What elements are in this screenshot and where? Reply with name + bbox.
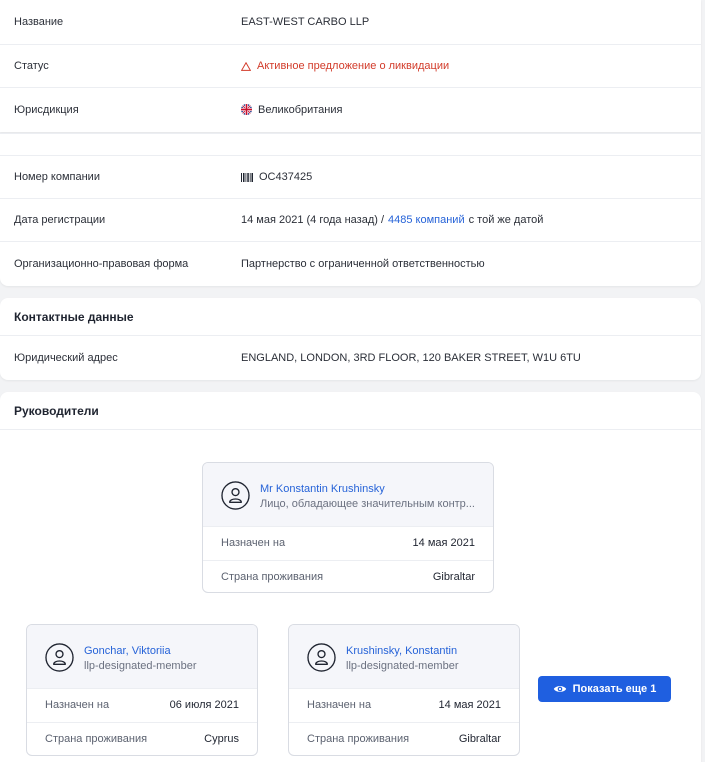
row-key: Юридический адрес: [14, 351, 118, 364]
row-address: Юридический адрес ENGLAND, LONDON, 3RD F…: [0, 336, 701, 379]
row-value: Великобритания: [241, 104, 342, 116]
row-jurisdiction: Юрисдикция Великобритания: [0, 88, 701, 131]
row-value: Активное предложение о ликвидации: [241, 60, 449, 72]
country-label: Страна проживания: [221, 571, 324, 583]
person-card[interactable]: Mr Konstantin Krushinsky Лицо, обладающе…: [202, 462, 494, 593]
country-label: Страна проживания: [45, 733, 148, 745]
appointed-label: Назначен на: [45, 699, 110, 711]
appointed-value: 14 мая 2021: [438, 699, 501, 711]
person-card-header: Mr Konstantin Krushinsky Лицо, обладающе…: [203, 463, 493, 526]
uk-flag-icon: [241, 104, 252, 115]
row-key: Юрисдикция: [14, 103, 79, 116]
row-value: 14 мая 2021 (4 года назад) / 4485 компан…: [241, 214, 543, 226]
jurisdiction-text: Великобритания: [258, 103, 343, 116]
same-date-suffix: с той же датой: [468, 214, 544, 226]
person-name-link[interactable]: Gonchar, Viktoriia: [84, 645, 171, 657]
person-role: llp-designated-member: [84, 660, 197, 672]
person-name-link[interactable]: Krushinsky, Konstantin: [346, 645, 457, 657]
row-registration-date: Дата регистрации 14 мая 2021 (4 года наз…: [0, 199, 701, 242]
show-more-button[interactable]: Показать еще 1: [538, 676, 671, 702]
section-title: Контактные данные: [0, 298, 701, 336]
section-title: Руководители: [0, 392, 701, 430]
row-value: OC437425: [241, 171, 312, 183]
appointed-row: Назначен на 06 июля 2021: [27, 688, 257, 722]
user-icon: [45, 643, 74, 672]
row-status: Статус Активное предложение о ликвидации: [0, 45, 701, 88]
row-name: Название EAST-WEST CARBO LLP: [0, 0, 701, 45]
show-more-label: Показать еще 1: [572, 683, 657, 695]
warning-icon: [241, 61, 251, 71]
person-card-header: Gonchar, Viktoriia llp-designated-member: [27, 625, 257, 688]
same-date-companies-link[interactable]: 4485 компаний: [388, 214, 465, 226]
row-value: ENGLAND, LONDON, 3RD FLOOR, 120 BAKER ST…: [241, 351, 581, 364]
country-label: Страна проживания: [307, 733, 410, 745]
row-value: Партнерство с ограниченной ответственнос…: [241, 257, 485, 270]
country-value: Gibraltar: [458, 733, 501, 745]
status-text: Активное предложение о ликвидации: [257, 60, 450, 72]
row-key: Название: [14, 16, 64, 28]
person-card[interactable]: Krushinsky, Konstantin llp-designated-me…: [288, 624, 520, 756]
row-spacer: [0, 134, 701, 156]
person-name-link[interactable]: Mr Konstantin Krushinsky: [260, 483, 385, 495]
country-value: Gibraltar: [432, 571, 475, 583]
country-row: Страна проживания Gibraltar: [289, 722, 519, 755]
row-value: EAST-WEST CARBO LLP: [241, 16, 370, 28]
country-value: Cyprus: [204, 733, 239, 745]
company-number-text: OC437425: [259, 171, 313, 183]
appointed-value: 06 июля 2021: [169, 699, 239, 711]
person-card[interactable]: Gonchar, Viktoriia llp-designated-member…: [26, 624, 258, 756]
appointed-label: Назначен на: [221, 537, 286, 549]
row-key: Статус: [14, 60, 49, 72]
eye-icon: [553, 686, 566, 692]
company-info-card: Название EAST-WEST CARBO LLP Статус Акти…: [0, 0, 701, 132]
appointed-value: 14 мая 2021: [412, 537, 475, 549]
registration-date-text: 14 мая 2021 (4 года назад) /: [241, 214, 385, 226]
row-key: Дата регистрации: [14, 214, 106, 226]
row-company-number: Номер компании OC437425: [0, 156, 701, 199]
appointed-label: Назначен на: [307, 699, 372, 711]
person-card-header: Krushinsky, Konstantin llp-designated-me…: [289, 625, 519, 688]
row-key: Организационно-правовая форма: [14, 257, 189, 270]
person-role: llp-designated-member: [346, 660, 459, 672]
row-legal-form: Организационно-правовая форма Партнерств…: [0, 242, 701, 285]
appointed-row: Назначен на 14 мая 2021: [289, 688, 519, 722]
user-icon: [307, 643, 336, 672]
row-key: Номер компании: [14, 171, 100, 183]
country-row: Страна проживания Gibraltar: [203, 560, 493, 592]
registration-card: Номер компании OC437425 Дата регистрации…: [0, 133, 701, 286]
country-row: Страна проживания Cyprus: [27, 722, 257, 755]
person-role: Лицо, обладающее значительным контр...: [260, 498, 475, 510]
contacts-card: Контактные данные Юридический адрес ENGL…: [0, 298, 701, 380]
appointed-row: Назначен на 14 мая 2021: [203, 526, 493, 560]
barcode-icon: [241, 172, 253, 182]
user-icon: [221, 481, 250, 510]
